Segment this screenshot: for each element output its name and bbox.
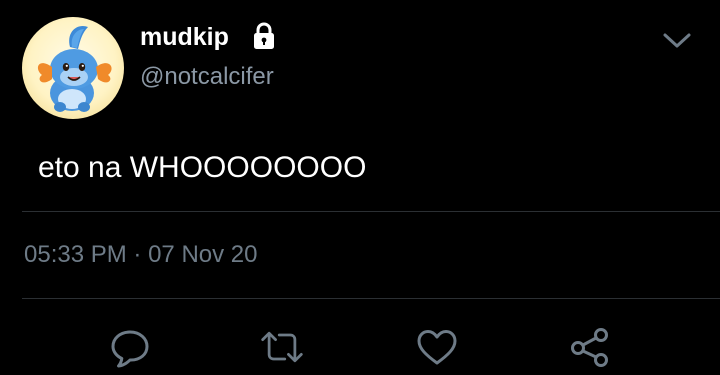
tweet-text: eto na WHOOOOOOOO	[38, 151, 367, 184]
date-text: 07 Nov 20	[148, 241, 258, 268]
retweet-icon	[261, 331, 303, 363]
username-handle[interactable]: @notcalcifer	[140, 62, 274, 92]
display-name[interactable]: mudkip	[140, 22, 229, 52]
divider	[22, 211, 720, 212]
like-icon	[417, 330, 457, 365]
reply-icon	[111, 330, 149, 368]
divider	[22, 298, 720, 299]
chevron-down-icon[interactable]	[660, 26, 694, 54]
timestamp-separator: ·	[133, 241, 142, 268]
share-icon	[571, 328, 608, 367]
like-button[interactable]	[414, 324, 460, 370]
tweet-card: mudkip @notcalcifer eto na WHOOOOOOOO 05…	[0, 0, 720, 375]
time-text: 05:33 PM	[24, 241, 127, 268]
retweet-button[interactable]	[259, 324, 305, 370]
mudkip-avatar-image	[22, 17, 124, 119]
reply-button[interactable]	[107, 324, 153, 370]
tweet-timestamp[interactable]: 05:33 PM · 07 Nov 20	[24, 240, 257, 270]
lock-icon	[254, 22, 274, 49]
share-button[interactable]	[567, 324, 613, 370]
avatar[interactable]	[22, 17, 124, 119]
